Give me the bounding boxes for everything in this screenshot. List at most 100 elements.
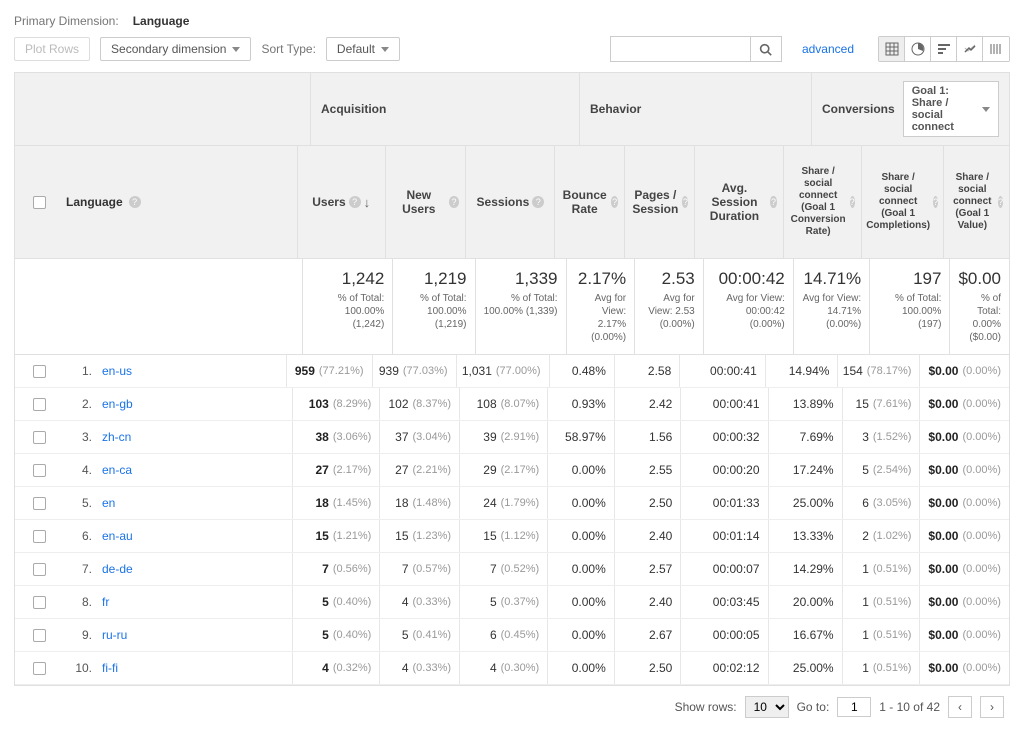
sort-type-dropdown[interactable]: Default (326, 37, 400, 61)
caret-down-icon (982, 107, 990, 112)
table-row: 8.fr5(0.40%)4(0.33%)5(0.37%)0.00%2.4000:… (15, 586, 1009, 619)
language-link[interactable]: zh-cn (102, 430, 131, 444)
prev-page-button[interactable]: ‹ (948, 696, 972, 718)
row-index: 10. (64, 661, 92, 675)
row-index: 3. (64, 430, 92, 444)
row-checkbox[interactable] (33, 563, 46, 576)
row-index: 2. (64, 397, 92, 411)
row-index: 9. (64, 628, 92, 642)
row-checkbox[interactable] (33, 497, 46, 510)
search-button[interactable] (750, 36, 782, 62)
caret-down-icon (232, 47, 240, 52)
total-comp: 197 (878, 269, 941, 289)
header-conversion-rate[interactable]: Share / social connect (Goal 1 Conversio… (784, 146, 862, 258)
advanced-link[interactable]: advanced (802, 42, 854, 56)
totals-row: 1,242% of Total: 100.00% (1,242) 1,219% … (15, 259, 1009, 355)
show-rows-label: Show rows: (675, 700, 737, 714)
table-search (610, 36, 782, 62)
sort-type-label: Sort Type: (261, 42, 315, 56)
language-link[interactable]: de-de (102, 562, 133, 576)
table-row: 5.en18(1.45%)18(1.48%)24(1.79%)0.00%2.50… (15, 487, 1009, 520)
total-cr: 14.71% (802, 269, 861, 289)
language-link[interactable]: en-au (102, 529, 133, 543)
goal-dropdown-label: Goal 1: Share / social connect (912, 85, 976, 133)
row-index: 5. (64, 496, 92, 510)
header-dimension-label[interactable]: Language (66, 195, 123, 209)
row-checkbox[interactable] (33, 629, 46, 642)
header-dimension: Language ? (15, 146, 298, 258)
row-index: 7. (64, 562, 92, 576)
secondary-dimension-dropdown[interactable]: Secondary dimension (100, 37, 251, 61)
column-group-row: Acquisition Behavior Conversions Goal 1:… (15, 73, 1009, 146)
row-checkbox[interactable] (33, 530, 46, 543)
total-asd: 00:00:42 (712, 269, 785, 289)
plot-rows-button: Plot Rows (14, 37, 90, 61)
header-new-users[interactable]: New Users? (386, 146, 467, 258)
help-icon: ? (611, 196, 619, 208)
goto-label: Go to: (797, 700, 830, 714)
select-all-checkbox[interactable] (33, 196, 46, 209)
language-link[interactable]: ru-ru (102, 628, 127, 642)
view-table-icon[interactable] (879, 37, 905, 61)
group-conversions-label: Conversions (822, 102, 895, 116)
total-sessions: 1,339 (484, 269, 558, 289)
header-avg-session[interactable]: Avg. Session Duration? (695, 146, 783, 258)
help-icon: ? (770, 196, 776, 208)
header-sessions[interactable]: Sessions? (466, 146, 555, 258)
total-pps: 2.53 (643, 269, 695, 289)
report-table: Acquisition Behavior Conversions Goal 1:… (14, 72, 1010, 686)
view-pie-icon[interactable] (905, 37, 931, 61)
header-goal-value[interactable]: Share / social connect (Goal 1 Value)? (944, 146, 1009, 258)
view-pivot-icon[interactable] (983, 37, 1009, 61)
header-pages-session[interactable]: Pages / Session? (625, 146, 695, 258)
show-rows-select[interactable]: 10 (745, 696, 789, 718)
language-link[interactable]: fr (102, 595, 109, 609)
secondary-dimension-label: Secondary dimension (111, 42, 226, 56)
row-index: 8. (64, 595, 92, 609)
toolbar: Plot Rows Secondary dimension Sort Type:… (14, 36, 1010, 62)
help-icon: ? (933, 196, 938, 208)
search-icon (759, 43, 772, 56)
group-behavior: Behavior (580, 73, 812, 145)
table-row: 3.zh-cn38(3.06%)37(3.04%)39(2.91%)58.97%… (15, 421, 1009, 454)
total-users: 1,242 (311, 269, 384, 289)
help-icon[interactable]: ? (129, 196, 141, 208)
row-checkbox[interactable] (33, 464, 46, 477)
language-link[interactable]: en-gb (102, 397, 133, 411)
language-link[interactable]: en-ca (102, 463, 132, 477)
goto-input[interactable] (837, 697, 871, 717)
table-row: 7.de-de7(0.56%)7(0.57%)7(0.52%)0.00%2.57… (15, 553, 1009, 586)
next-page-button[interactable]: › (980, 696, 1004, 718)
primary-dimension-bar: Primary Dimension: Language (14, 14, 1010, 28)
group-acquisition: Acquisition (311, 73, 580, 145)
row-checkbox[interactable] (33, 365, 46, 378)
caret-down-icon (381, 47, 389, 52)
row-index: 6. (64, 529, 92, 543)
table-row: 1.en-us959(77.21%)939(77.03%)1,031(77.00… (15, 355, 1009, 388)
help-icon: ? (349, 196, 361, 208)
help-icon: ? (449, 196, 460, 208)
header-completions[interactable]: Share / social connect (Goal 1 Completio… (862, 146, 944, 258)
column-header-row: Language ? Users?↓ New Users? Sessions? … (15, 146, 1009, 259)
help-icon: ? (682, 196, 688, 208)
language-link[interactable]: fi-fi (102, 661, 118, 675)
total-val: $0.00 (958, 269, 1001, 289)
row-checkbox[interactable] (33, 662, 46, 675)
primary-dimension-label: Primary Dimension: (14, 14, 119, 28)
goal-dropdown[interactable]: Goal 1: Share / social connect (903, 81, 999, 137)
header-bounce-rate[interactable]: Bounce Rate? (555, 146, 625, 258)
language-link[interactable]: en (102, 496, 115, 510)
language-link[interactable]: en-us (102, 364, 132, 378)
header-users[interactable]: Users?↓ (298, 146, 386, 258)
row-checkbox[interactable] (33, 596, 46, 609)
row-checkbox[interactable] (33, 398, 46, 411)
row-index: 1. (64, 364, 92, 378)
sort-down-icon: ↓ (364, 195, 371, 210)
help-icon: ? (532, 196, 544, 208)
search-input[interactable] (610, 36, 750, 62)
view-compare-icon[interactable] (957, 37, 983, 61)
row-checkbox[interactable] (33, 431, 46, 444)
help-icon: ? (850, 196, 855, 208)
view-bars-icon[interactable] (931, 37, 957, 61)
primary-dimension-value[interactable]: Language (133, 14, 190, 28)
